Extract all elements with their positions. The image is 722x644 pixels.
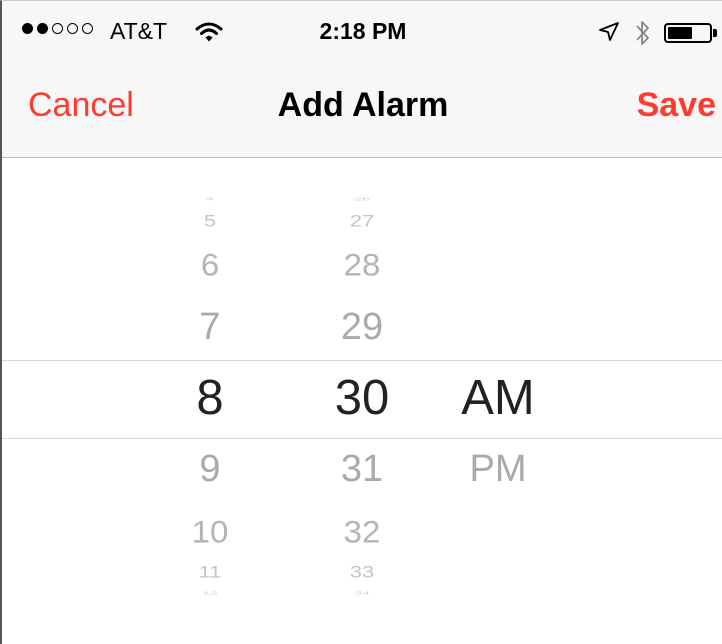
- minute-selected-value[interactable]: 30: [302, 374, 422, 423]
- hour-option[interactable]: 10: [150, 516, 270, 547]
- minute-wheel[interactable]: 26 27 28 29 30 31 32 33 34: [302, 158, 422, 644]
- bluetooth-icon: [634, 18, 652, 53]
- hour-option[interactable]: 11: [150, 563, 270, 581]
- hour-option[interactable]: 12: [150, 591, 270, 595]
- location-arrow-icon: [598, 21, 620, 48]
- am-pm-wheel[interactable]: AM PM: [438, 158, 558, 644]
- hour-option[interactable]: 6: [150, 249, 270, 280]
- battery-icon: [664, 23, 712, 43]
- hour-wheel[interactable]: 4 5 6 7 8 9 10 11 12: [150, 158, 270, 644]
- status-bar: AT&T 2:18 PM: [2, 1, 722, 73]
- period-selected-value[interactable]: AM: [438, 374, 558, 423]
- minute-option[interactable]: 28: [302, 249, 422, 280]
- hour-option[interactable]: 4: [150, 197, 270, 201]
- save-button[interactable]: Save: [637, 86, 716, 125]
- battery-nub: [713, 29, 717, 37]
- battery-level: [668, 27, 692, 39]
- minute-option[interactable]: 33: [302, 563, 422, 581]
- minute-option[interactable]: 27: [302, 212, 422, 230]
- hour-option[interactable]: 9: [150, 450, 270, 488]
- period-option[interactable]: PM: [438, 450, 558, 488]
- screen: AT&T 2:18 PM Cancel Add Alarm Save 4 5 6…: [0, 0, 722, 644]
- minute-option[interactable]: 32: [302, 516, 422, 547]
- time-picker[interactable]: 4 5 6 7 8 9 10 11 12 26 27 28 29 30 31 32 33 34 AM PM: [2, 158, 722, 644]
- minute-option[interactable]: 34: [302, 591, 422, 595]
- navigation-bar: Cancel Add Alarm Save: [2, 73, 722, 158]
- minute-option[interactable]: 29: [302, 308, 422, 346]
- hour-option[interactable]: 7: [150, 308, 270, 346]
- minute-option[interactable]: 31: [302, 450, 422, 488]
- hour-selected-value[interactable]: 8: [150, 374, 270, 423]
- cancel-button[interactable]: Cancel: [28, 86, 134, 125]
- hour-option[interactable]: 5: [150, 212, 270, 230]
- minute-option[interactable]: 26: [302, 197, 422, 201]
